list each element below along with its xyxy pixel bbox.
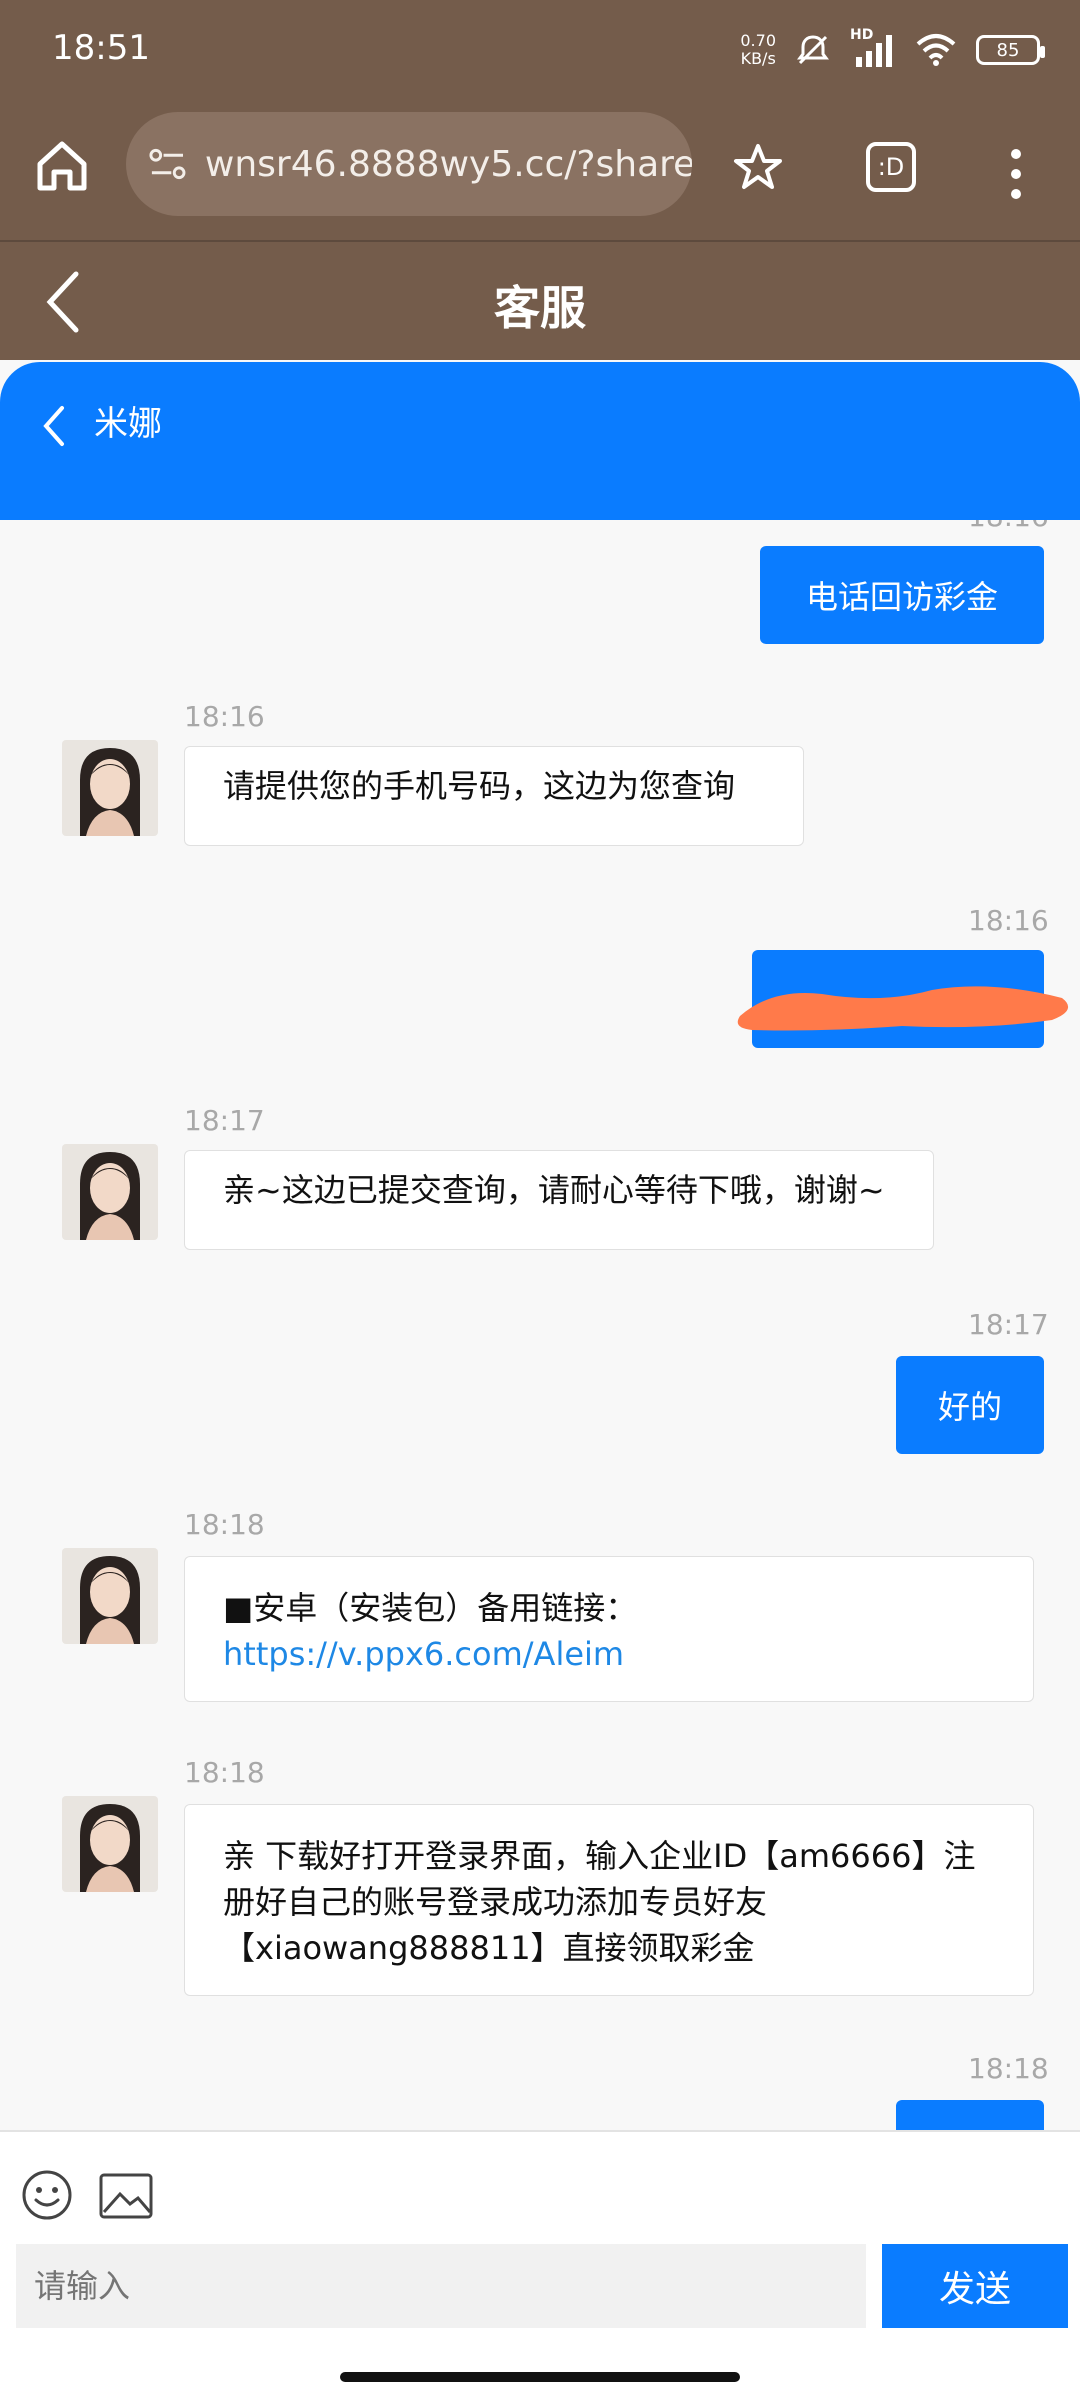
chat-contact-name: 米娜 [94,404,162,444]
battery-indicator: 85 [976,35,1045,65]
image-icon[interactable] [98,2172,154,2220]
chevron-left-icon[interactable] [34,396,74,456]
message-text-line: 册好自己的账号登录成功添加专员好友 [223,1883,768,1921]
message-time: 18:18 [184,1508,265,1541]
message-time: 18:16 [968,520,1049,533]
message-bubble-incoming[interactable]: 亲 下载好打开登录界面，输入企业ID【am6666】注 册好自己的账号登录成功添… [184,1804,1034,1996]
signal-hd-label: HD [850,27,874,43]
message-input[interactable] [16,2244,866,2328]
message-bubble-incoming[interactable]: 请提供您的手机号码，这边为您查询 [184,746,804,846]
page-header: 客服 [0,240,1080,360]
composer: 发送 [0,2130,1080,2400]
avatar [62,1144,158,1240]
browser-chrome: 18:51 0.70 KB/s HD 85 wnsr46.8888wy5.cc/… [0,0,1080,240]
message-bubble-outgoing[interactable]: 电话回访彩金 [760,546,1044,644]
message-time: 18:17 [184,1104,265,1137]
net-speed: 0.70 KB/s [740,32,776,68]
signal-icon: HD [850,27,896,69]
chat-header: 米娜 [0,362,1080,520]
message-time: 18:18 [184,1756,265,1789]
message-time: 18:17 [968,1308,1049,1341]
home-icon[interactable] [30,134,94,198]
avatar [62,1548,158,1644]
address-bar[interactable]: wnsr46.8888wy5.cc/?shareI [126,112,692,216]
emoji-icon[interactable] [20,2168,74,2222]
site-settings-icon[interactable] [148,147,187,181]
message-time: 18:16 [184,700,265,733]
download-link[interactable]: https://v.ppx6.com/Aleim [223,1631,995,1677]
avatar [62,740,158,836]
avatar [62,1796,158,1892]
more-icon[interactable] [1004,144,1028,204]
status-icons: 0.70 KB/s HD 85 [740,27,1045,72]
net-speed-unit: KB/s [740,49,776,68]
url-text: wnsr46.8888wy5.cc/?shareI [204,143,692,185]
message-bubble-outgoing[interactable]: 好的 [896,1356,1044,1454]
browser-toolbar: wnsr46.8888wy5.cc/?shareI :D [0,108,1080,220]
redaction-scribble [737,986,1069,1031]
send-button[interactable]: 发送 [882,2244,1068,2328]
mute-bell-icon [797,35,829,65]
star-icon[interactable] [732,142,784,194]
page-title: 客服 [494,281,586,335]
status-time: 18:51 [52,28,150,68]
wifi-icon [916,34,956,66]
message-text-line: 亲 下载好打开登录界面，输入企业ID【am6666】注 [223,1837,976,1875]
status-bar: 18:51 0.70 KB/s HD 85 [0,0,1080,100]
message-bubble-outgoing[interactable] [896,2100,1044,2130]
message-time: 18:18 [968,2052,1049,2085]
message-text: ■安卓（安装包）备用链接： [223,1589,638,1627]
message-bubble-incoming[interactable]: ■安卓（安装包）备用链接： https://v.ppx6.com/Aleim [184,1556,1034,1702]
gesture-nav-handle[interactable] [340,2372,740,2382]
tab-switcher-button[interactable]: :D [866,142,916,192]
page: 18:51 0.70 KB/s HD 85 wnsr46.8888wy5.cc/… [0,0,1080,2400]
message-time: 18:16 [968,904,1049,937]
message-bubble-incoming[interactable]: 亲~这边已提交查询，请耐心等待下哦，谢谢~ [184,1150,934,1250]
message-list[interactable]: 18:16 电话回访彩金 18:16 请提供您的手机号码，这边为您查询 18:1… [0,520,1080,2130]
message-text-line: 【xiaowang888811】直接领取彩金 [223,1929,755,1967]
net-speed-value: 0.70 [740,31,776,50]
